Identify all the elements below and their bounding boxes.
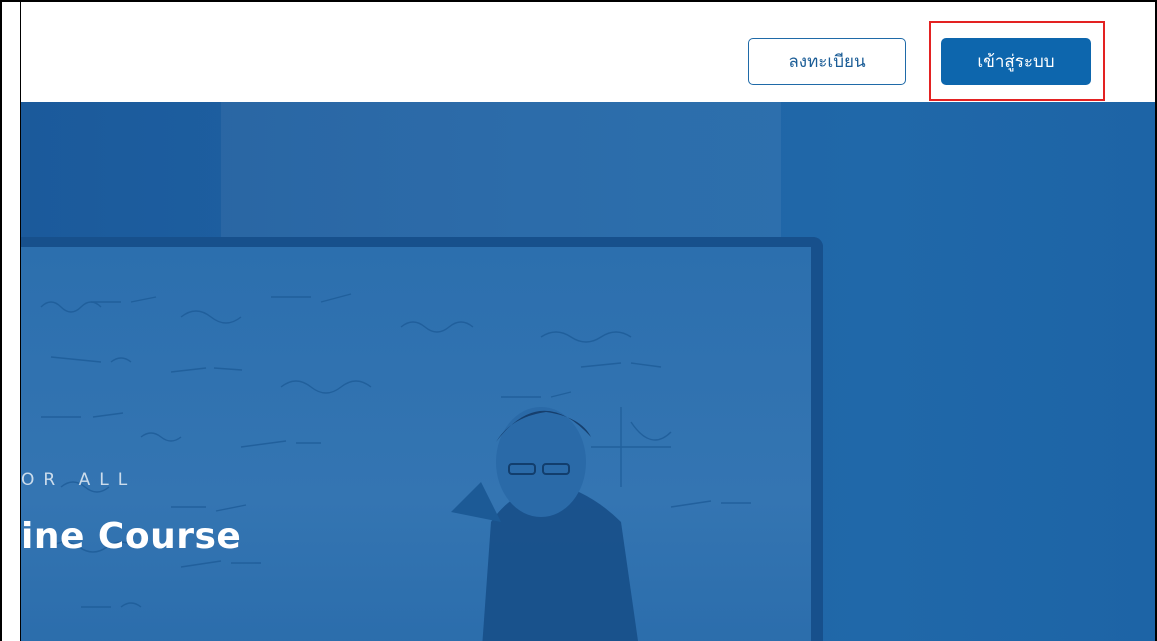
hero-banner: OR ALL ine Course	[21, 102, 1155, 641]
page-frame: ลงทะเบียน เข้าสู่ระบบ OR ALL ine Course	[0, 0, 1157, 641]
hero-headline: ine Course	[21, 516, 242, 557]
whiteboard-image	[21, 237, 823, 641]
hero-background-light	[221, 102, 781, 252]
register-button[interactable]: ลงทะเบียน	[748, 38, 906, 85]
hero-tagline: OR ALL	[21, 470, 137, 490]
teacher-image	[451, 407, 638, 641]
login-button[interactable]: เข้าสู่ระบบ	[941, 38, 1091, 85]
whiteboard-writing	[40, 293, 751, 608]
top-header: ลงทะเบียน เข้าสู่ระบบ	[21, 2, 1155, 102]
